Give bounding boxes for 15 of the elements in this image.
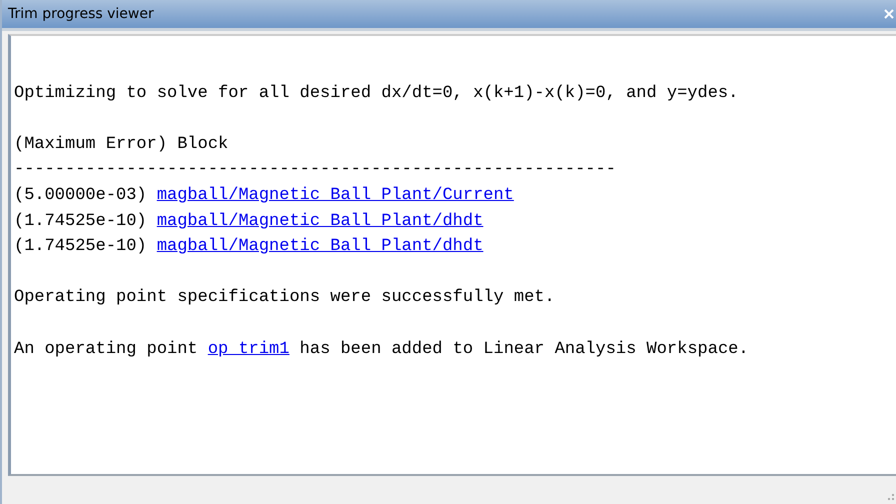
error-value: (1.74525e-10)	[14, 237, 147, 256]
divider-text: -----------------------------------------------------------	[14, 159, 617, 182]
table-header: (Maximum Error) Block	[14, 134, 230, 156]
close-icon[interactable]	[884, 9, 894, 19]
operating-point-link[interactable]: op_trim1	[208, 340, 290, 359]
error-value: (1.74525e-10)	[14, 212, 147, 231]
result-message: Operating point specifications were successfully met.	[14, 287, 556, 310]
status-message: Optimizing to solve for all desired dx/dt=0, x(k+1)-x(k)=0, and y=ydes.	[14, 82, 740, 105]
error-value: (5.00000e-03)	[14, 186, 147, 205]
block-link[interactable]: magball/Magnetic Ball Plant/dhdt	[156, 212, 484, 231]
block-link[interactable]: magball/Magnetic Ball Plant/dhdt	[156, 237, 484, 256]
window-title: Trim progress viewer	[8, 6, 154, 22]
resize-grip-icon[interactable]	[888, 494, 894, 500]
workspace-message: An operating point op_trim1 has been added to Linear Analysis Workspace.	[14, 338, 750, 361]
block-link[interactable]: magball/Magnetic Ball Plant/Current	[156, 186, 514, 205]
